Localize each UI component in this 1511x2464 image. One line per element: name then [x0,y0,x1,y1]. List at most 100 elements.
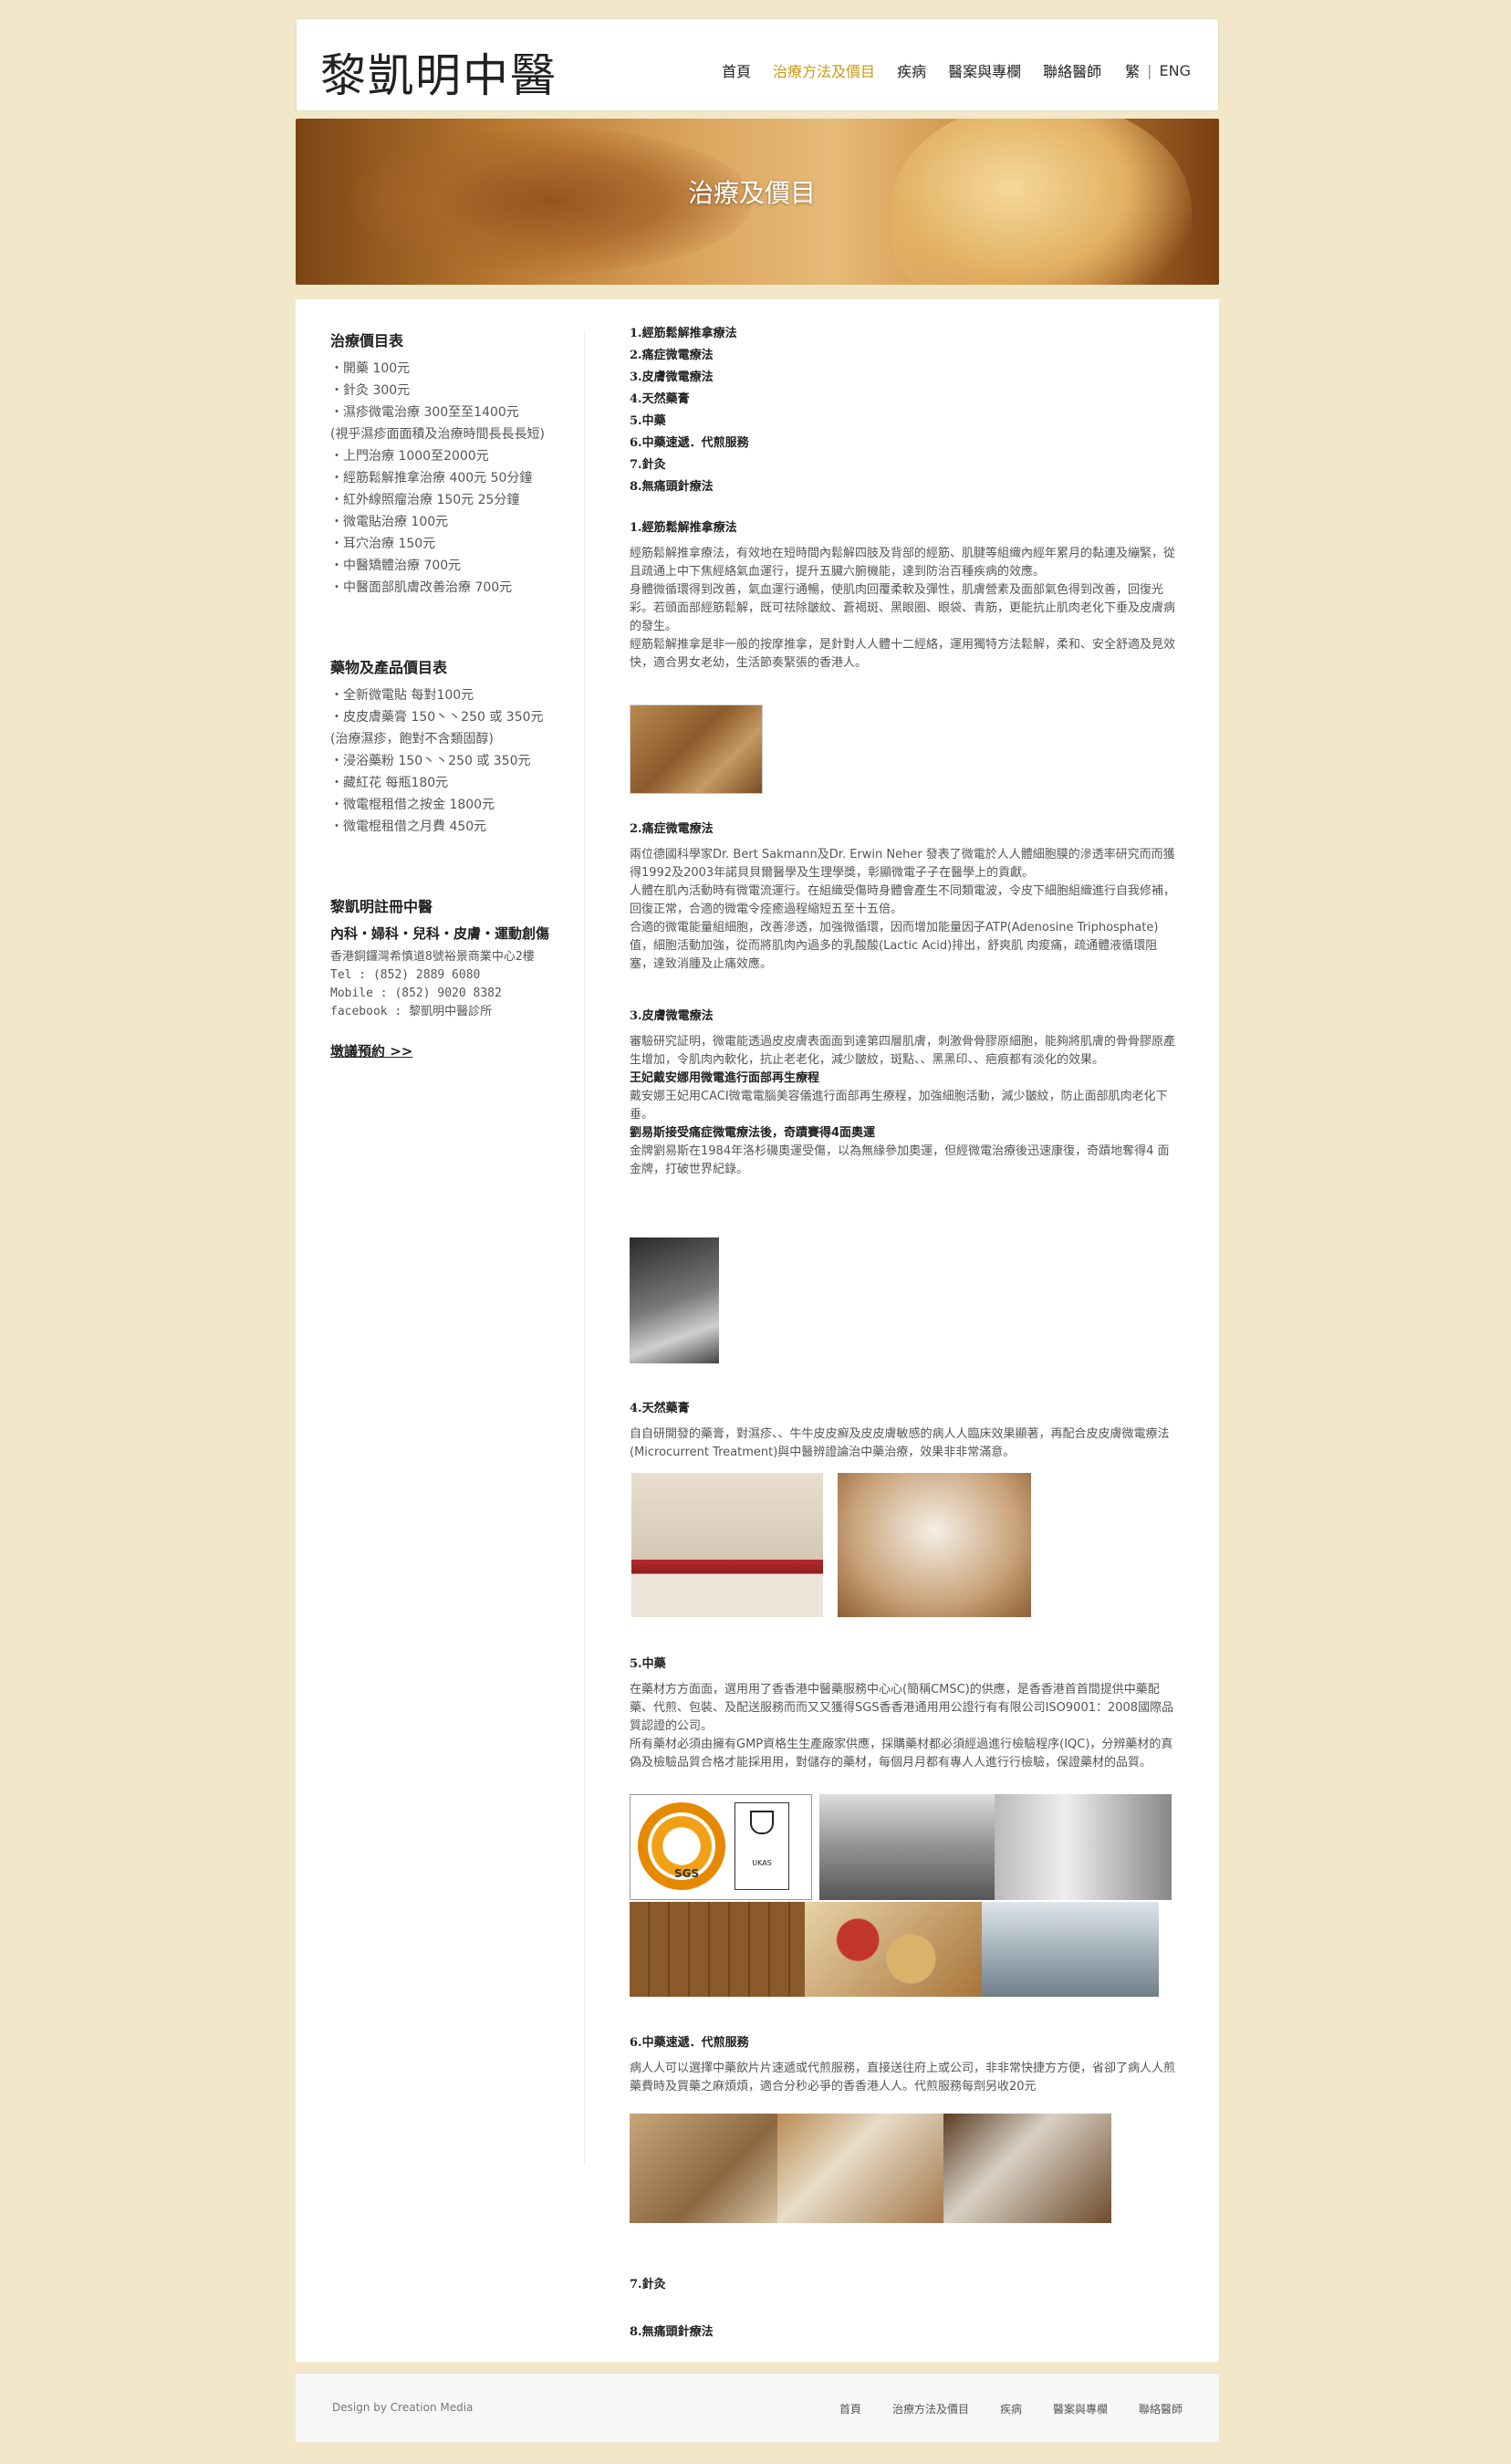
product-item: (治療濕疹，飽對不含類固醇) [330,732,494,747]
price-item: ・上門治療 1000至2000元 [330,449,489,464]
price-item: ・耳穴治療 150元 [330,537,436,551]
cream-jars-image [838,1473,1031,1617]
nav-cases-columns[interactable]: 醫案與專欄 [948,59,1021,81]
section-natural-ointment: 4.天然藥膏 自自研開發的藥膏，對濕疹、、牛牛皮皮癬及皮皮膚敏感的病人人臨床效果… [630,1400,1177,1462]
content-panel: 治療價目表 ・開藥 100元 ・針灸 300元 ・濕疹微電治療 300至至140… [296,299,1219,2362]
pharmacy-interior-image [982,1902,1159,1997]
footer-nav-cases-columns[interactable]: 醫案與專欄 [1053,2401,1108,2417]
price-item: ・經筋鬆解推拿治療 400元 50分鐘 [330,471,533,485]
price-item: ・微電貼治療 100元 [330,515,449,529]
section-title: 1.經筋鬆解推拿療法 [630,521,737,535]
toc-item[interactable]: 1.經筋鬆解推拿療法 [630,323,1177,345]
footer-nav-contact[interactable]: 聯絡醫師 [1139,2401,1183,2417]
price-item: ・濕疹微電治療 300至至1400元 [330,405,519,420]
section-paragraph: 戴安娜王妃用CACI微電電腦美容儀進行面部再生療程，加強細胞活動，減少皺紋，防止… [630,1090,1168,1122]
book-appointment-link[interactable]: 墩議預約 >> [330,1041,412,1060]
delivery-box-image [630,2114,777,2223]
toc-item[interactable]: 2.痛症微電療法 [630,345,1177,367]
section-title: 3.皮膚微電療法 [630,1009,714,1023]
section-paragraph: 病人人可以選擇中藥飲片片速遞或代煎服務，直接送往府上或公司，非非常快捷方方便，省… [630,2062,1176,2093]
sgs-logo-icon: SGS [638,1802,725,1890]
footer-nav-treatment-prices[interactable]: 治療方法及價目 [892,2401,969,2417]
product-item: ・皮皮膚藥膏 150丶丶250 或 350元 [330,710,544,725]
section-paragraph: 經筋鬆解推拿療法，有效地在短時間內鬆解四肢及背部的經筋、肌腱等組織內經年累月的黏… [630,547,1176,579]
site-logo[interactable]: 黎凱明中醫 [320,39,558,105]
nav-diseases[interactable]: 疾病 [897,59,926,81]
clinic-specialties: 內科・婦科・兒科・皮膚・運動創傷 [330,925,550,942]
site-header: 黎凱明中醫 首頁 治療方法及價目 疾病 醫案與專欄 聯絡醫師 繁 | ENG [296,18,1219,111]
toc-item[interactable]: 4.天然藥膏 [630,389,1177,411]
section-paragraph: 兩位德國科學家Dr. Bert Sakmann及Dr. Erwin Neher … [630,848,1175,880]
nav-home[interactable]: 首頁 [722,59,751,81]
section-title: 7.針灸 [630,2278,666,2292]
product-item: ・浸浴藥粉 150丶丶250 或 350元 [330,754,531,768]
clinic-facebook: facebook : 黎凱明中醫診所 [330,1005,493,1018]
section-tuina: 1.經筋鬆解推拿療法 經筋鬆解推拿療法，有效地在短時間內鬆解四肢及背部的經筋、肌… [630,519,1177,673]
price-item: (視乎濕疹面面積及治療時間長長長短) [330,427,545,442]
section-subheading: 劉易斯接受痛症微電療法後，奇蹟賽得4面奧運 [630,1126,876,1140]
computer-station-image [819,1794,995,1900]
price-item: ・中醫矯體治療 700元 [330,559,462,573]
treatment-price-title: 治療價目表 [330,332,404,350]
toc-item[interactable]: 5.中藥 [630,411,1177,433]
ukas-logo-icon: UKAS [735,1802,789,1890]
footer-credit[interactable]: Design by Creation Media [332,2401,473,2414]
product-item: ・藏紅花 每瓶180元 [330,776,449,790]
clinic-tel: Tel : (852) 2889 6080 [330,968,481,982]
toc-item[interactable]: 7.針灸 [630,454,1177,476]
lang-separator: | [1147,61,1152,79]
page-banner: 治療及價目 [296,119,1219,285]
tuina-painting-image [630,705,763,794]
price-item: ・針灸 300元 [330,383,411,398]
section-title: 5.中藥 [630,1657,666,1671]
decoction-machine-image [995,1794,1172,1900]
athlete-photo-image [630,1237,719,1363]
section-delivery: 6.中藥速遞．代煎服務 病人人可以選擇中藥飲片片速遞或代煎服務，直接送往府上或公… [630,2034,1177,2096]
section-pain-microcurrent: 2.痛症微電療法 兩位德國科學家Dr. Bert Sakmann及Dr. Erw… [630,820,1177,974]
toc-item[interactable]: 6.中藥速遞．代煎服務 [630,433,1177,454]
section-paragraph: 人體在肌內活動時有微電流運行。在組織受傷時身體會產生不同類電波，令皮下細胞組織進… [630,884,1176,916]
lang-traditional[interactable]: 繁 [1125,59,1140,81]
main-nav: 首頁 治療方法及價目 疾病 醫案與專欄 聯絡醫師 繁 | ENG [700,59,1191,81]
toc-item[interactable]: 8.無痛頭針療法 [630,476,1177,498]
lang-english[interactable]: ENG [1160,62,1191,79]
section-title: 6.中藥速遞．代煎服務 [630,2036,749,2050]
footer-nav-home[interactable]: 首頁 [839,2401,861,2417]
nav-treatment-prices[interactable]: 治療方法及價目 [773,59,875,81]
product-price-title: 藥物及產品價目表 [330,659,448,676]
product-item: ・微電棍租借之月費 450元 [330,820,487,834]
section-paragraph: 身體微循環得到改善，氣血運行通暢，使肌肉回覆柔軟及彈性，肌膚營素及面部氣色得到改… [630,583,1176,633]
section-acupuncture: 7.針灸 [630,2276,1177,2302]
site-footer: Design by Creation Media 首頁 治療方法及價目 疾病 醫… [296,2373,1219,2442]
ointment-jars-image [631,1473,823,1617]
clinic-address: 香港銅鑼灣希慎道8號裕景商業中心2樓 [330,950,535,964]
section-subheading: 王妃戴安娜用微電進行面部再生療程 [630,1071,820,1085]
section-skin-microcurrent: 3.皮膚微電療法 審驗研究証明，微電能透過皮皮膚表面面到達第四層肌膚，刺激骨骨膠… [630,1008,1177,1179]
section-title: 4.天然藥膏 [630,1402,690,1415]
section-paragraph: 審驗研究証明，微電能透過皮皮膚表面面到達第四層肌膚，刺激骨骨膠原細胞，能夠將肌膚… [630,1035,1176,1067]
clinic-mobile: Mobile : (852) 9020 8382 [330,987,502,1000]
toc-item[interactable]: 3.皮膚微電療法 [630,367,1177,389]
decoction-bag-image [943,2114,1111,2223]
table-of-contents: 1.經筋鬆解推拿療法 2.痛症微電療法 3.皮膚微電療法 4.天然藥膏 5.中藥… [630,323,1177,498]
banner-acupuncture-figure-image [891,119,1192,285]
main-content: 1.經筋鬆解推拿療法 2.痛症微電療法 3.皮膚微電療法 4.天然藥膏 5.中藥… [630,323,1177,2339]
medicine-pack-image [777,2114,943,2223]
herb-drawers-image [630,1902,805,1997]
nav-contact[interactable]: 聯絡醫師 [1043,59,1101,81]
footer-nav-diseases[interactable]: 疾病 [1000,2401,1022,2417]
dried-herbs-image [805,1902,982,1997]
section-paragraph: 在藥材方方面面，選用用了香香港中醫藥服務中心心(簡稱CMSC)的供應，是香香港首… [630,1683,1174,1733]
product-item: ・全新微電貼 每對100元 [330,688,474,703]
price-item: ・開藥 100元 [330,361,411,376]
treatment-price-list: 治療價目表 ・開藥 100元 ・針灸 300元 ・濕疹微電治療 300至至140… [330,329,586,599]
section-chinese-medicine: 5.中藥 在藥材方方面面，選用用了香香港中醫藥服務中心心(簡稱CMSC)的供應，… [630,1655,1177,1772]
column-divider [584,330,585,2165]
clinic-info: 黎凱明註冊中醫 內科・婦科・兒科・皮膚・運動創傷 香港銅鑼灣希慎道8號裕景商業中… [330,894,586,1060]
section-paragraph: 合適的微電能量組細胞，改善滲透，加強微循環，因而增加能量因子ATP(Adenos… [630,921,1159,971]
banner-title: 治療及價目 [688,178,817,208]
iso-certification-image: SGS UKAS [630,1794,812,1900]
price-item: ・中醫面部肌膚改善治療 700元 [330,580,513,595]
section-paragraph: 經筋鬆解推拿是非一般的按摩推拿，是針對人人體十二經絡，運用獨特方法鬆解，柔和、安… [630,638,1176,670]
section-title: 8.無痛頭針療法 [630,2325,714,2339]
